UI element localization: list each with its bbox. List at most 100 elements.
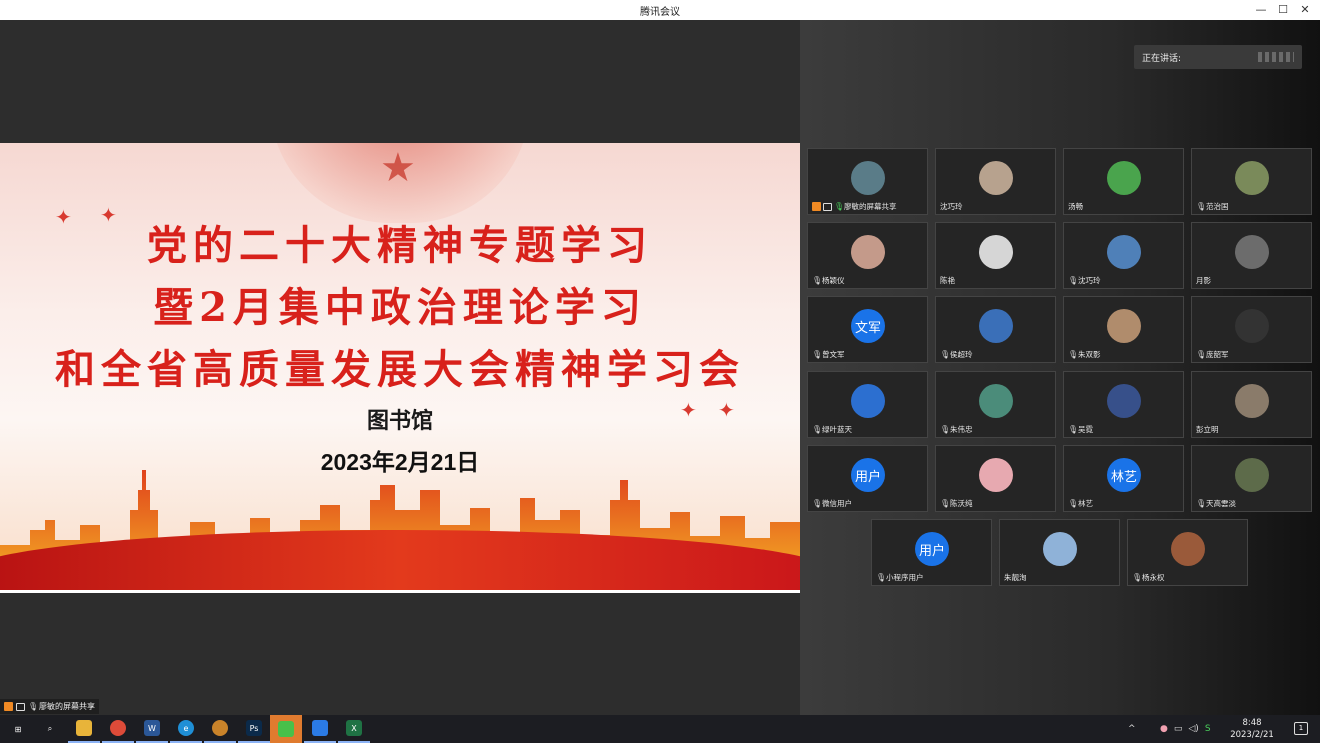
avatar xyxy=(1043,532,1077,566)
notification-center-icon[interactable]: 1 xyxy=(1294,722,1308,735)
participant-name: 微信用户 xyxy=(822,499,852,508)
participant-tile[interactable]: 🎙 绿叶蓝天 xyxy=(807,371,928,438)
participant-tile[interactable]: 🎙 朱伟忠 xyxy=(935,371,1056,438)
start-icon: ⊞ xyxy=(10,721,26,737)
mic-muted-icon: 🎙 xyxy=(876,572,887,582)
participant-name: 月影 xyxy=(1196,276,1211,285)
participant-name-label: 🎙 朱伟忠 xyxy=(940,424,973,435)
maximize-button[interactable]: ☐ xyxy=(1272,0,1294,20)
avatar xyxy=(851,384,885,418)
participant-tile[interactable]: 彭立明 xyxy=(1191,371,1312,438)
participant-name-label: 🎙 朱双影 xyxy=(1068,349,1101,360)
mic-muted-icon: 🎙 xyxy=(812,349,823,359)
avatar: 文军 xyxy=(851,309,885,343)
participant-tile[interactable]: 林艺 🎙 林艺 xyxy=(1063,445,1184,512)
avatar: 用户 xyxy=(915,532,949,566)
slide-title-line-3: 和全省高质量发展大会精神学习会 xyxy=(55,346,745,393)
mic-muted-icon: 🎙 xyxy=(1068,424,1079,434)
excel-taskbar-button[interactable]: X xyxy=(338,715,370,743)
start-taskbar-button[interactable]: ⊞ xyxy=(2,715,34,743)
participant-tile[interactable]: 🎙 廖敏的屏幕共享 xyxy=(807,148,928,215)
word-icon: W xyxy=(144,720,160,736)
windows-taskbar: ⊞ ⌕ We Ps X ^ ● ▭ ◁) S 8:48 2023/2/21 1 xyxy=(0,715,1320,743)
participant-name-label: 🎙 侯超玲 xyxy=(940,349,973,360)
ime-icon[interactable]: ● xyxy=(1160,724,1168,734)
participant-tile[interactable]: 🎙 范治国 xyxy=(1191,148,1312,215)
participant-tile[interactable]: 沈巧玲 xyxy=(935,148,1056,215)
tencent-meeting-icon xyxy=(312,720,328,736)
screen-share-icon xyxy=(823,202,832,211)
file-explorer-taskbar-button[interactable] xyxy=(68,715,100,743)
mic-on-icon: 🎙 xyxy=(834,201,845,211)
participant-tile[interactable]: 🎙 侯超玲 xyxy=(935,296,1056,363)
participant-name-label: 🎙 沈巧玲 xyxy=(1068,275,1101,286)
participant-name: 朱双影 xyxy=(1078,350,1101,359)
minimize-button[interactable]: — xyxy=(1250,0,1272,20)
mic-muted-icon: 🎙 xyxy=(812,498,823,508)
system-clock[interactable]: 8:48 2023/2/21 xyxy=(1222,717,1282,741)
avatar xyxy=(979,309,1013,343)
shared-slide: ★ ✦ ✦ ✦ ✦ 党的二十大精神专题学习 暨2月集中政治理论学习 和全省高质量… xyxy=(0,143,800,590)
avatar xyxy=(1235,309,1269,343)
participant-name-label: 沈巧玲 xyxy=(940,201,963,212)
participant-name-label: 🎙 天高雲淡 xyxy=(1196,498,1236,509)
mic-muted-icon: 🎙 xyxy=(812,275,823,285)
avatar: 用户 xyxy=(851,458,885,492)
participant-name: 吴霓 xyxy=(1078,425,1093,434)
participant-tile[interactable]: 用户 🎙 小程序用户 xyxy=(871,519,992,586)
participant-tile[interactable]: 🎙 沈巧玲 xyxy=(1063,222,1184,289)
tencent-meeting-taskbar-button[interactable] xyxy=(304,715,336,743)
participant-name: 小程序用户 xyxy=(886,573,924,582)
participant-tile[interactable]: 🎙 庞韶军 xyxy=(1191,296,1312,363)
participant-tile[interactable]: 月影 xyxy=(1191,222,1312,289)
participant-tile[interactable]: 🎙 陈沃纯 xyxy=(935,445,1056,512)
participant-tile[interactable]: 用户 🎙 微信用户 xyxy=(807,445,928,512)
security-icon[interactable]: S xyxy=(1205,724,1211,734)
avatar xyxy=(979,458,1013,492)
avatar xyxy=(851,161,885,195)
participant-name-label: 🎙 绿叶蓝天 xyxy=(812,424,852,435)
mic-muted-icon: 🎙 xyxy=(812,424,823,434)
wechat-taskbar-button[interactable] xyxy=(270,715,302,743)
participant-tile[interactable]: 汤畅 xyxy=(1063,148,1184,215)
chrome-taskbar-button[interactable] xyxy=(102,715,134,743)
mic-muted-icon: 🎙 xyxy=(940,349,951,359)
search-taskbar-button[interactable]: ⌕ xyxy=(34,715,66,743)
participant-name: 沈巧玲 xyxy=(940,202,963,211)
tray-chevron-icon[interactable]: ^ xyxy=(1128,715,1136,743)
volume-icon[interactable]: ◁) xyxy=(1188,724,1198,734)
participant-tile[interactable]: 朱靓洵 xyxy=(999,519,1120,586)
avatar xyxy=(1107,235,1141,269)
participant-name-label: 彭立明 xyxy=(1196,424,1219,435)
avatar xyxy=(1235,458,1269,492)
participant-tile[interactable]: 🎙 天高雲淡 xyxy=(1191,445,1312,512)
edge-taskbar-button[interactable]: e xyxy=(170,715,202,743)
chrome-icon xyxy=(110,720,126,736)
mic-muted-icon: 🎙 xyxy=(28,701,39,711)
slide-border xyxy=(0,590,800,593)
mic-muted-icon: 🎙 xyxy=(1196,201,1207,211)
participant-name: 林艺 xyxy=(1078,499,1093,508)
photoshop-taskbar-button[interactable]: Ps xyxy=(238,715,270,743)
participant-name: 朱靓洵 xyxy=(1004,573,1027,582)
word-taskbar-button[interactable]: W xyxy=(136,715,168,743)
app-icon xyxy=(212,720,228,736)
participant-tile[interactable]: 🎙 朱双影 xyxy=(1063,296,1184,363)
slide-title-line-1: 党的二十大精神专题学习 xyxy=(147,222,653,269)
close-button[interactable]: ✕ xyxy=(1294,0,1316,20)
avatar: 林艺 xyxy=(1107,458,1141,492)
network-icon[interactable]: ▭ xyxy=(1174,724,1183,734)
participant-tile[interactable]: 陈艳 xyxy=(935,222,1056,289)
mic-muted-icon: 🎙 xyxy=(1132,572,1143,582)
share-owner-name: 廖敏的屏幕共享 xyxy=(39,702,95,711)
participant-name: 天高雲淡 xyxy=(1206,499,1236,508)
mic-muted-icon: 🎙 xyxy=(940,424,951,434)
participant-tile[interactable]: 🎙 吴霓 xyxy=(1063,371,1184,438)
participant-tile[interactable]: 🎙 杨永权 xyxy=(1127,519,1248,586)
participant-tile[interactable]: 🎙 杨颖仪 xyxy=(807,222,928,289)
app-taskbar-button[interactable] xyxy=(204,715,236,743)
screen-share-icon xyxy=(16,702,25,711)
participant-tile[interactable]: 文军 🎙 曾文军 xyxy=(807,296,928,363)
participant-name: 汤畅 xyxy=(1068,202,1083,211)
participant-name: 庞韶军 xyxy=(1206,350,1229,359)
